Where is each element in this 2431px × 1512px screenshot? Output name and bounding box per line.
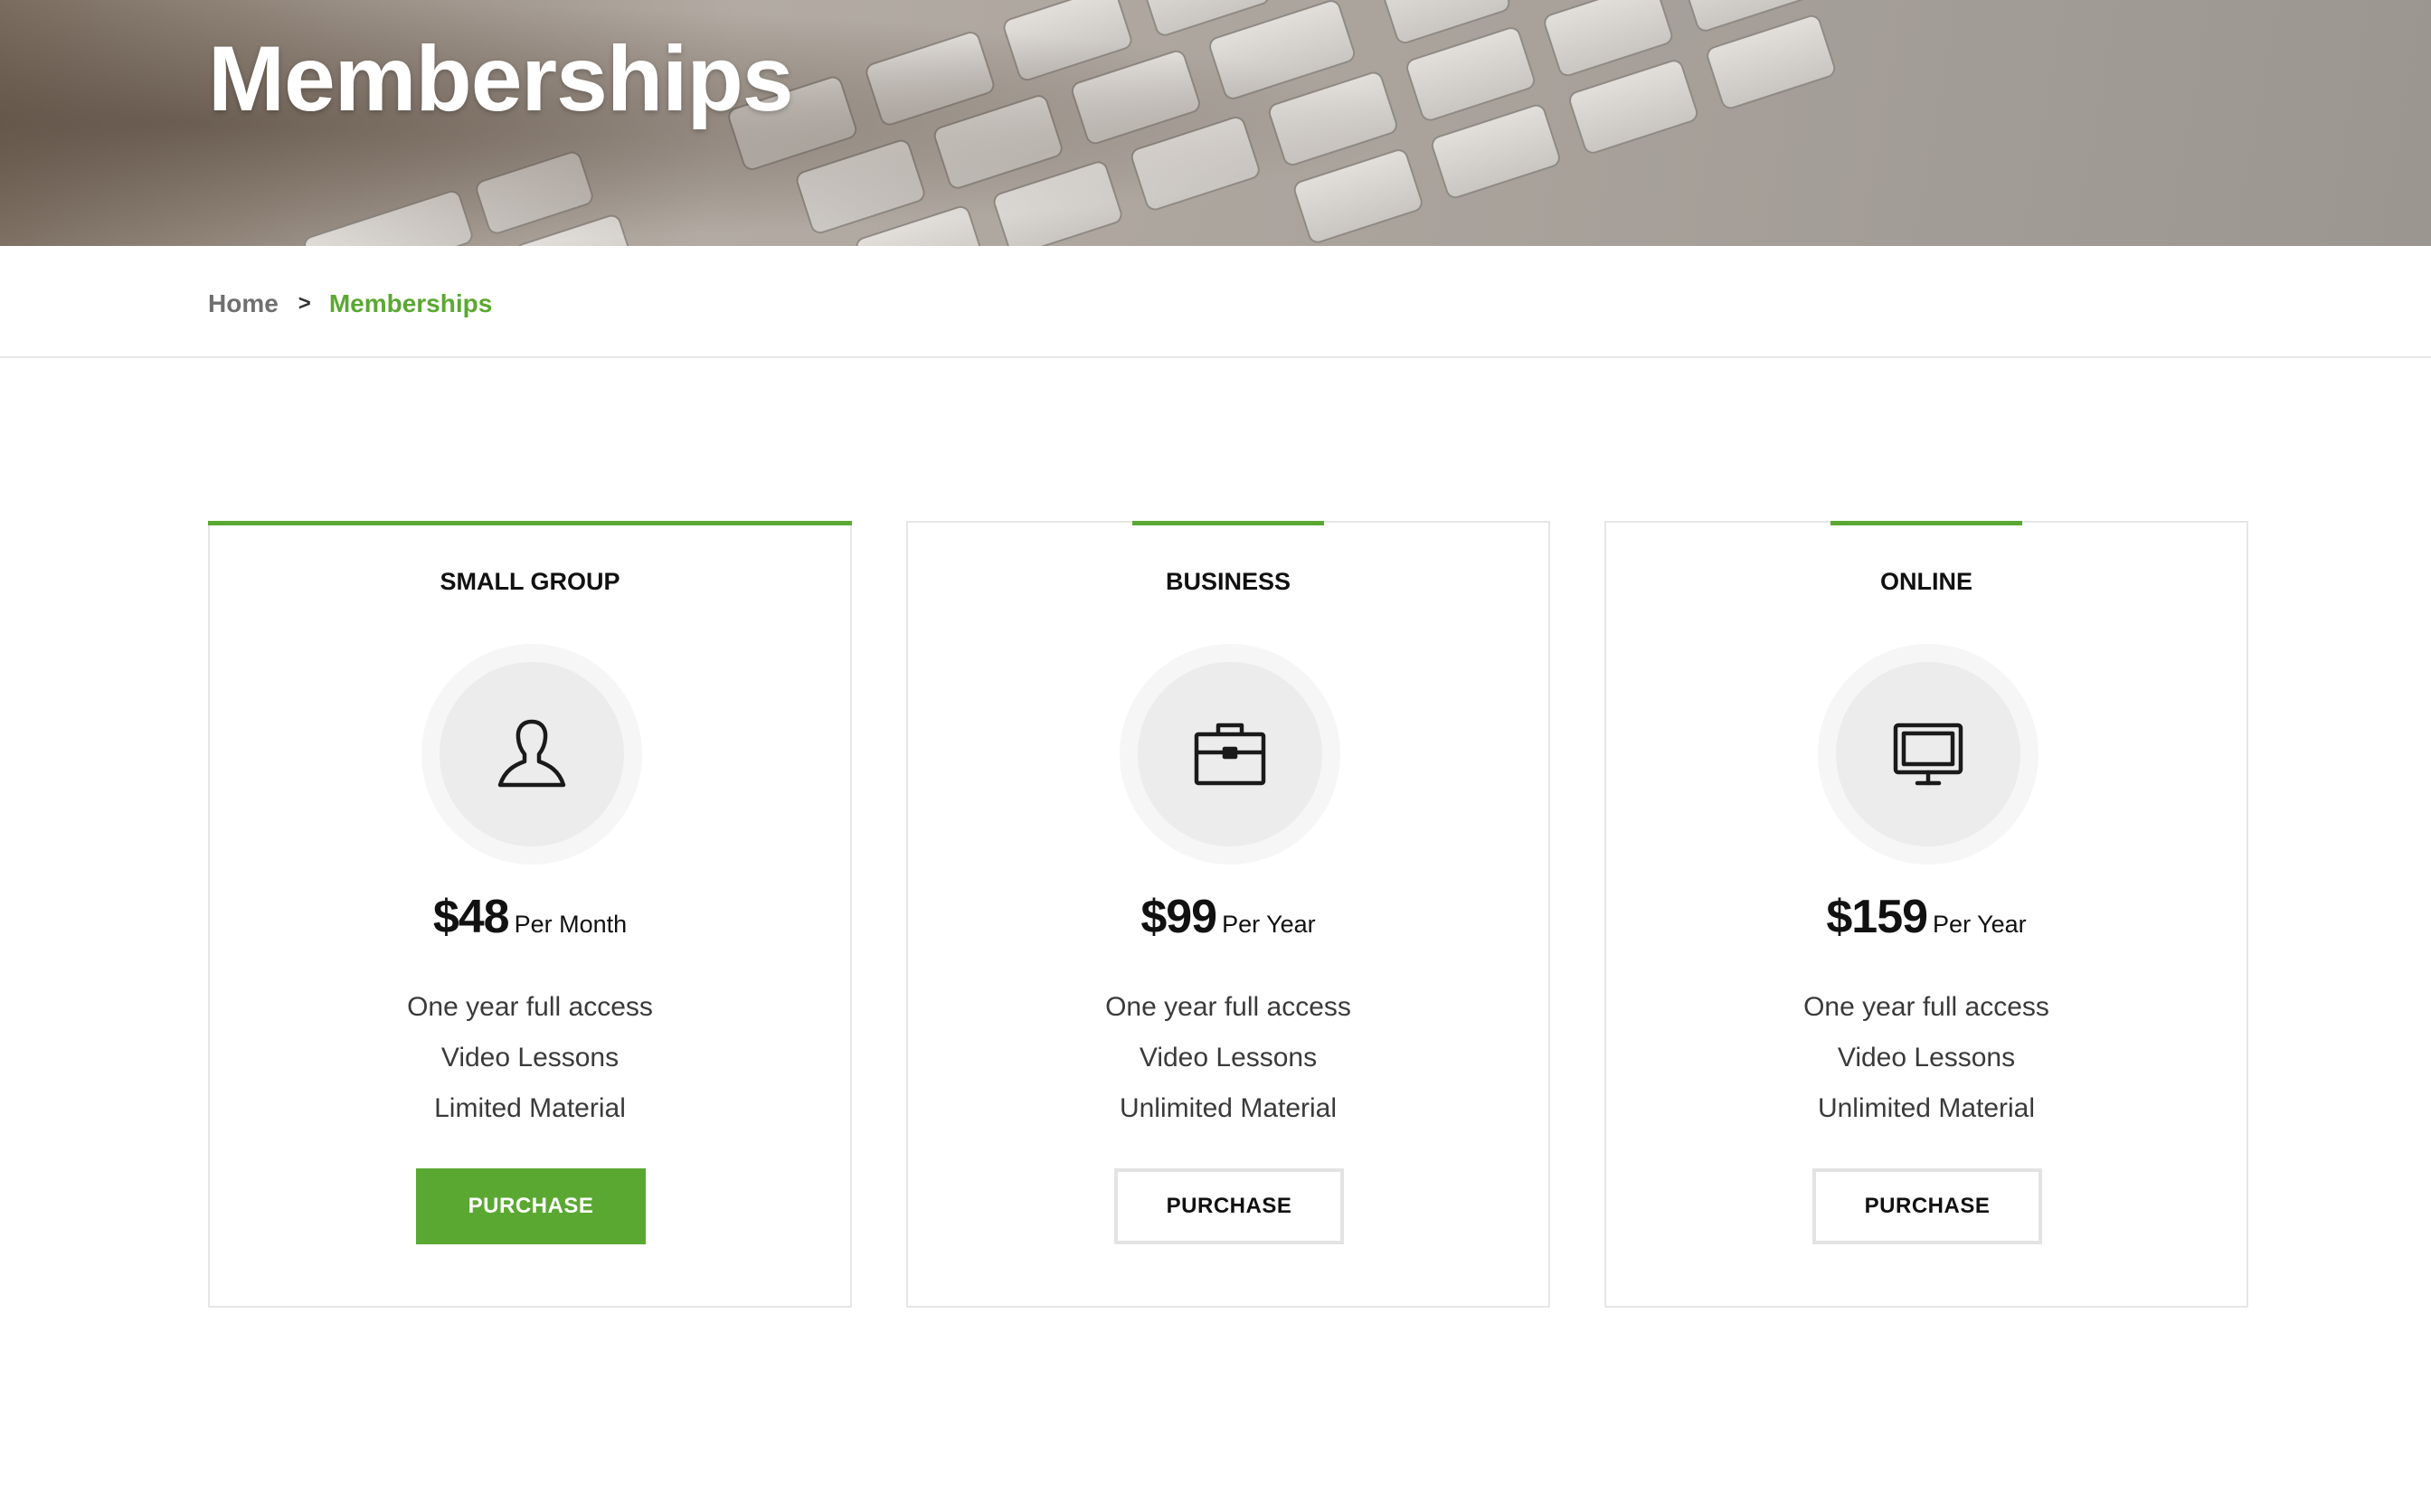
breadcrumb-divider <box>0 356 2431 358</box>
plan-title: ONLINE <box>1879 568 1972 595</box>
briefcase-icon <box>1194 723 1266 786</box>
user-icon <box>497 719 566 788</box>
feature-item: One year full access <box>1105 992 1351 1022</box>
hero-banner: Memberships <box>0 0 2431 246</box>
monitor-icon <box>1893 723 1963 786</box>
card-accent-bar <box>208 521 852 525</box>
plan-icon-badge <box>421 644 642 865</box>
purchase-button[interactable]: PURCHASE <box>1812 1168 2042 1244</box>
plan-features-list: One year full access Video Lessons Unlim… <box>1606 982 2247 1134</box>
plan-title: SMALL GROUP <box>440 568 620 595</box>
plan-card-business: BUSINESS $99 Per Year One year full acces… <box>906 521 1550 1308</box>
price-amount: $48 <box>432 891 510 943</box>
feature-item: One year full access <box>1803 992 2049 1022</box>
feature-item: Limited Material <box>434 1093 626 1123</box>
feature-item: One year full access <box>407 992 653 1022</box>
plan-price: $48 Per Month <box>210 890 850 944</box>
breadcrumb-separator: > <box>298 291 311 316</box>
breadcrumb-current: Memberships <box>328 289 493 317</box>
page-title: Memberships <box>208 27 794 130</box>
purchase-button[interactable]: PURCHASE <box>416 1168 646 1244</box>
price-period: Per Year <box>1933 911 2027 938</box>
price-amount: $159 <box>1826 891 1928 943</box>
breadcrumb: Home > Memberships <box>208 286 492 322</box>
feature-item: Video Lessons <box>1139 1043 1318 1073</box>
plan-card-online: ONLINE $159 Per Year One year full access… <box>1604 521 2248 1308</box>
plan-price: $159 Per Year <box>1606 890 2247 944</box>
feature-item: Video Lessons <box>1837 1043 2016 1073</box>
card-accent-bar <box>1830 521 2022 525</box>
price-amount: $99 <box>1140 891 1217 943</box>
plan-icon-badge <box>1120 644 1340 865</box>
plan-icon-badge <box>1818 644 2038 865</box>
price-period: Per Year <box>1222 911 1316 938</box>
price-period: Per Month <box>514 911 628 938</box>
plan-features-list: One year full access Video Lessons Unlim… <box>908 982 1548 1134</box>
card-accent-bar <box>1132 521 1324 525</box>
purchase-button[interactable]: PURCHASE <box>1114 1168 1344 1244</box>
plan-card-small-group: SMALL GROUP $48 Per Month One year full a… <box>208 521 852 1308</box>
plan-price: $99 Per Year <box>908 890 1548 944</box>
breadcrumb-home-link[interactable]: Home <box>208 289 279 318</box>
feature-item: Video Lessons <box>440 1043 620 1073</box>
plan-title: BUSINESS <box>1165 568 1291 595</box>
plan-features-list: One year full access Video Lessons Limit… <box>210 982 850 1134</box>
feature-item: Unlimited Material <box>1119 1093 1338 1123</box>
feature-item: Unlimited Material <box>1817 1093 2036 1123</box>
